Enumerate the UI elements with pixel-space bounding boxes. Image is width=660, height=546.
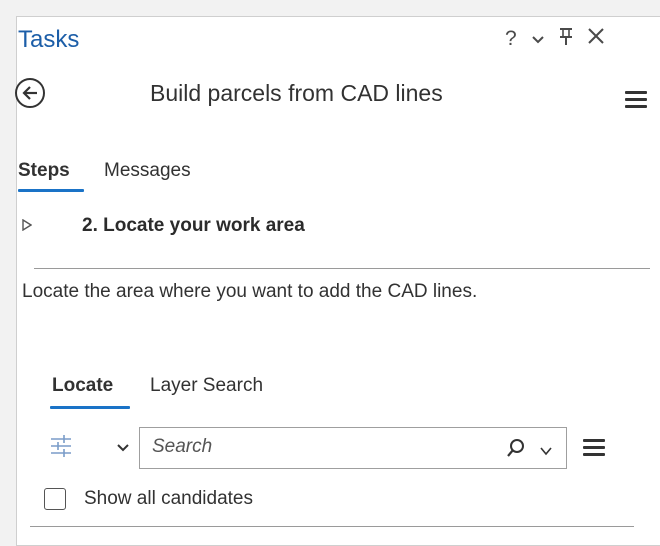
pin-icon[interactable] bbox=[559, 26, 573, 52]
task-title: Build parcels from CAD lines bbox=[150, 80, 443, 106]
menu-icon[interactable] bbox=[625, 87, 647, 112]
tab-locate-underline bbox=[50, 406, 130, 409]
tab-layer-search[interactable]: Layer Search bbox=[150, 375, 263, 397]
bottom-divider bbox=[30, 526, 634, 527]
locate-menu-icon[interactable] bbox=[583, 435, 605, 460]
tab-messages[interactable]: Messages bbox=[104, 160, 191, 182]
divider bbox=[34, 268, 650, 269]
show-all-candidates-label: Show all candidates bbox=[84, 488, 253, 509]
step-row[interactable]: 2. Locate your work area bbox=[12, 215, 305, 237]
search-input[interactable] bbox=[152, 436, 452, 458]
expand-triangle-icon[interactable] bbox=[12, 218, 82, 234]
close-icon[interactable] bbox=[587, 27, 605, 51]
pane-window-controls: ? bbox=[505, 26, 605, 52]
filter-settings-icon[interactable] bbox=[50, 434, 72, 458]
step-label: 2. Locate your work area bbox=[82, 215, 305, 236]
filter-chevron-down-icon[interactable] bbox=[116, 440, 130, 456]
chevron-down-icon[interactable] bbox=[531, 27, 545, 51]
tab-locate[interactable]: Locate bbox=[52, 375, 113, 397]
help-button[interactable]: ? bbox=[505, 27, 517, 51]
show-all-candidates-checkbox[interactable] bbox=[44, 488, 66, 510]
pane-title: Tasks bbox=[18, 26, 80, 53]
back-arrow-icon[interactable] bbox=[15, 78, 45, 108]
search-icon[interactable] bbox=[506, 438, 526, 463]
tab-steps[interactable]: Steps bbox=[18, 160, 70, 182]
search-options-chevron-icon[interactable] bbox=[540, 443, 552, 461]
search-box[interactable] bbox=[139, 427, 567, 469]
tab-steps-underline bbox=[18, 189, 84, 192]
step-instruction: Locate the area where you want to add th… bbox=[22, 281, 478, 302]
